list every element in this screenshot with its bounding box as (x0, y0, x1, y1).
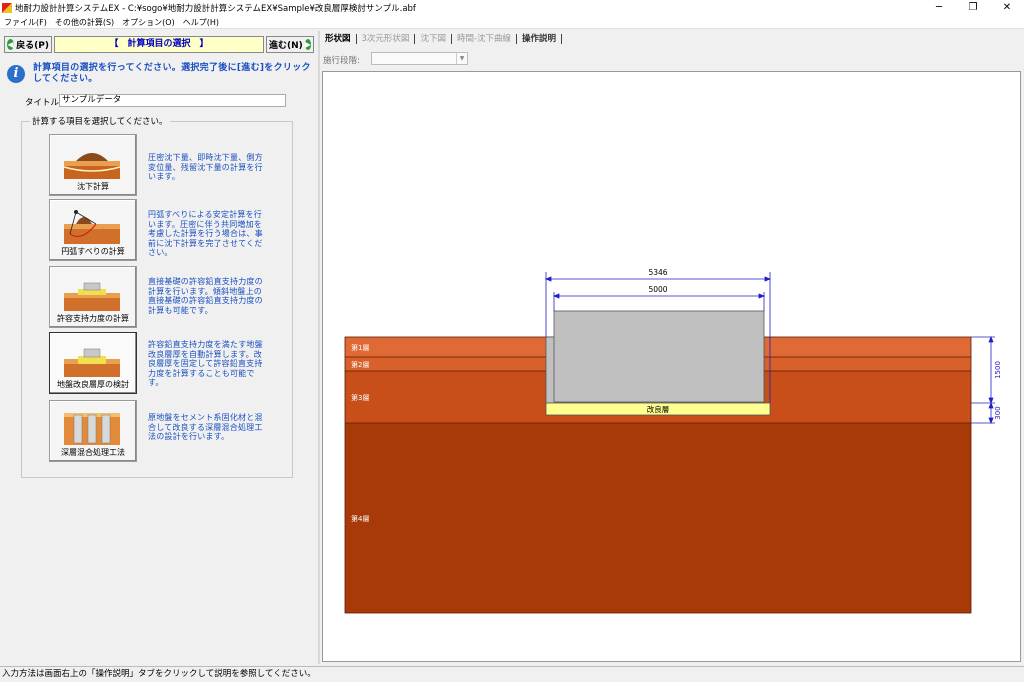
dim-right-lower-label: 300 (994, 406, 1002, 419)
circular-slip-calc-button[interactable]: 円弧すべりの計算 (49, 199, 137, 261)
bearing-capacity-calc-button[interactable]: 許容支持力度の計算 (49, 266, 137, 328)
phase-label: 施行段階: (323, 56, 360, 66)
phase-select[interactable]: ▼ (371, 52, 468, 65)
improved-layer-label: 改良層 (647, 404, 670, 414)
layer-4 (345, 423, 971, 613)
bearing-capacity-calc-label: 許容支持力度の計算 (57, 314, 129, 323)
back-label: 戻る(P) (16, 41, 49, 51)
shape-diagram: 第1層 第2層 第3層 第4層 改良層 5346 5000 1500 300 (344, 268, 1002, 614)
tab-3d-shape[interactable]: 3次元形状図 (357, 34, 416, 44)
menu-other-calc[interactable]: その他の計算(S) (51, 17, 118, 28)
layer-1-label: 第1層 (351, 343, 369, 352)
title-bar: 地耐力設計計算システムEX - C:¥sogo¥地耐力設計計算システムEX¥Sa… (0, 0, 1024, 16)
settlement-calc-label: 沈下計算 (77, 182, 109, 191)
status-bar: 入力方法は画面右上の「操作説明」タブをクリックして説明を参照してください。 (0, 666, 1024, 682)
tab-operation-guide[interactable]: 操作説明 (517, 34, 563, 44)
deep-mixing-calc-button[interactable]: 深層混合処理工法 (49, 400, 137, 462)
circular-slip-icon (64, 210, 120, 244)
view-tabs: 形状図 3次元形状図 沈下図 時間-沈下曲線 操作説明 (320, 32, 563, 46)
menu-file[interactable]: ファイル(F) (0, 17, 51, 28)
improved-layer-calc-button[interactable]: 地盤改良層厚の検討 (49, 332, 137, 394)
menu-options[interactable]: オプション(O) (118, 17, 179, 28)
circular-slip-calc-label: 円弧すべりの計算 (61, 247, 125, 256)
title-input[interactable]: サンプルデータ (59, 94, 286, 107)
instruction-text: 計算項目の選択を行ってください。選択完了後に[進む]をクリックしてください。 (33, 63, 311, 84)
window-controls: ─ ❐ ✕ (922, 0, 1024, 16)
window-title: 地耐力設計計算システムEX - C:¥sogo¥地耐力設計計算システムEX¥Sa… (15, 4, 416, 14)
layer-2-label: 第2層 (351, 360, 369, 369)
back-arrow-icon: ◀ (7, 39, 15, 50)
maximize-button[interactable]: ❐ (956, 0, 990, 16)
title-label: タイトル: (25, 98, 62, 108)
improved-layer-calc-desc: 許容鉛直支持力度を満たす地盤改良層厚を自動計算します。改良層厚を固定して許容鉛直… (148, 340, 263, 387)
improved-layer-calc-label: 地盤改良層厚の検討 (57, 380, 129, 389)
layer-3-label: 第3層 (351, 393, 369, 402)
dim-right-upper-label: 1500 (994, 361, 1002, 379)
next-arrow-icon: ▶ (304, 39, 311, 50)
menu-bar: ファイル(F) その他の計算(S) オプション(O) ヘルプ(H) (0, 16, 1024, 29)
left-panel: ◀ 戻る(P) 【 計算項目の選択 】 進む(N) ▶ i 計算項目の選択を行っ… (0, 31, 318, 664)
settlement-calc-desc: 圧密沈下量、即時沈下量、側方変位量、残留沈下量の計算を行います。 (148, 153, 263, 181)
tab-settlement-diagram[interactable]: 沈下図 (415, 34, 452, 44)
bearing-capacity-calc-desc: 直接基礎の許容鉛直支持力度の計算を行います。傾斜地盤上の直接基礎の許容鉛直支持力… (148, 277, 263, 315)
deep-mixing-calc-desc: 原地盤をセメント系固化材と混合して改良する深層混合処理工法の設計を行います。 (148, 413, 263, 441)
deep-mixing-calc-label: 深層混合処理工法 (61, 448, 125, 457)
shape-diagram-canvas: 第1層 第2層 第3層 第4層 改良層 5346 5000 1500 300 (322, 71, 1021, 662)
tab-shape-diagram[interactable]: 形状図 (320, 34, 357, 44)
step-title: 【 計算項目の選択 】 (54, 36, 264, 53)
info-icon: i (7, 65, 25, 83)
next-label: 進む(N) (269, 41, 303, 51)
close-button[interactable]: ✕ (990, 0, 1024, 16)
structure-block (553, 310, 765, 403)
chevron-down-icon: ▼ (456, 53, 467, 64)
improved-layer-icon (64, 348, 120, 377)
circular-slip-calc-desc: 円弧すべりによる安定計算を行います。圧密に伴う共同増加を考慮した計算を行う場合は… (148, 210, 263, 257)
app-icon (2, 3, 12, 13)
menu-help[interactable]: ヘルプ(H) (179, 17, 223, 28)
dim-inner-label: 5000 (648, 285, 667, 294)
right-panel: 形状図 3次元形状図 沈下図 時間-沈下曲線 操作説明 施行段階: ▼ 第1層 … (320, 31, 1024, 664)
tab-time-settlement[interactable]: 時間-沈下曲線 (452, 34, 518, 44)
group-legend: 計算する項目を選択してください。 (30, 115, 170, 127)
next-button[interactable]: 進む(N) ▶ (266, 36, 314, 53)
deep-mixing-icon (64, 413, 120, 445)
dim-top-label: 5346 (648, 268, 667, 277)
minimize-button[interactable]: ─ (922, 0, 956, 16)
bearing-capacity-icon (64, 282, 120, 311)
layer-4-label: 第4層 (351, 514, 369, 523)
settlement-calc-button[interactable]: 沈下計算 (49, 134, 137, 196)
back-button[interactable]: ◀ 戻る(P) (4, 36, 52, 53)
settlement-icon (63, 153, 121, 179)
